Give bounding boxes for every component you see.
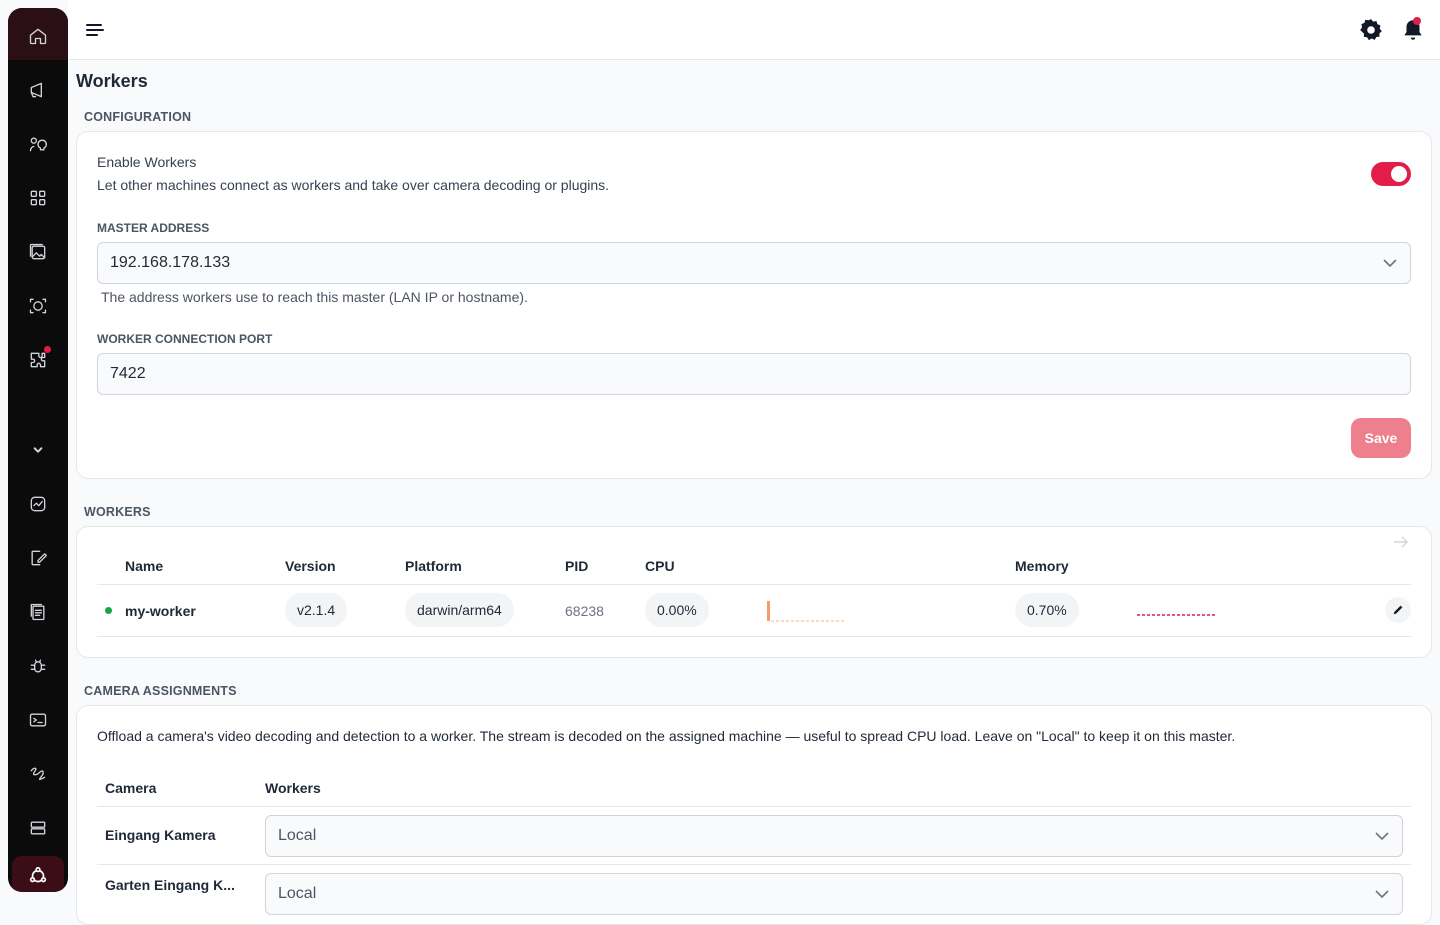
camera-assignments-section-label: CAMERA ASSIGNMENTS: [84, 684, 237, 698]
lightbulb-icon[interactable]: [8, 124, 68, 164]
master-address-select[interactable]: 192.168.178.133: [97, 242, 1411, 284]
edit-file-icon[interactable]: [8, 538, 68, 578]
document-icon[interactable]: [8, 592, 68, 632]
col-platform: Platform: [405, 558, 462, 574]
workers-card: Name Version Platform PID CPU Memory my-…: [76, 526, 1432, 658]
col-memory: Memory: [1015, 558, 1069, 574]
pencil-icon: [1393, 605, 1403, 615]
configuration-card: Enable Workers Let other machines connec…: [76, 131, 1432, 479]
worker-pid: 68238: [565, 603, 604, 619]
col-pid: PID: [565, 558, 589, 574]
camera-name: Eingang Kamera: [105, 827, 216, 843]
enable-workers-toggle[interactable]: [1371, 162, 1411, 186]
chevron-down-icon: [1375, 832, 1389, 841]
worker-memory-badge: 0.70%: [1015, 593, 1079, 627]
col-camera: Camera: [105, 780, 157, 796]
col-name: Name: [125, 558, 164, 574]
camera-face-icon[interactable]: [8, 286, 68, 326]
arrow-right-icon[interactable]: [1393, 535, 1409, 549]
toggle-knob: [1391, 166, 1407, 182]
master-address-value: 192.168.178.133: [110, 254, 231, 271]
activity-icon[interactable]: [8, 484, 68, 524]
home-icon[interactable]: [8, 16, 68, 56]
worker-version-badge: v2.1.4: [285, 593, 348, 627]
worker-port-input[interactable]: 7422: [97, 353, 1411, 395]
workers-section-label: WORKERS: [84, 505, 151, 519]
row-divider: [97, 864, 1411, 865]
worker-platform-badge: darwin/arm64: [405, 593, 514, 627]
enable-workers-description: Let other machines connect as workers an…: [97, 177, 610, 193]
puzzle-icon[interactable]: [8, 340, 68, 380]
server-icon[interactable]: [8, 808, 68, 848]
edit-worker-button[interactable]: [1385, 597, 1411, 623]
camera-worker-select[interactable]: Local: [265, 873, 1403, 915]
col-cpu: CPU: [645, 558, 675, 574]
save-button[interactable]: Save: [1351, 418, 1411, 458]
camera-worker-select[interactable]: Local: [265, 815, 1403, 857]
workers-icon[interactable]: [12, 856, 64, 892]
selected-worker: Local: [278, 827, 317, 844]
master-address-hint: The address workers use to reach this ma…: [101, 289, 528, 305]
terminal-icon[interactable]: [8, 700, 68, 740]
notification-dot: [44, 346, 51, 353]
bug-icon[interactable]: [8, 646, 68, 686]
worker-port-value: 7422: [110, 365, 146, 382]
row-divider: [97, 636, 1411, 637]
grid-icon[interactable]: [8, 178, 68, 218]
page-title: Workers: [76, 71, 148, 91]
gallery-icon[interactable]: [8, 232, 68, 272]
enable-workers-title: Enable Workers: [97, 154, 197, 170]
master-address-label: MASTER ADDRESS: [97, 221, 210, 235]
worker-name: my-worker: [125, 603, 196, 619]
status-online-dot: [105, 607, 112, 614]
selected-worker: Local: [278, 885, 317, 902]
chevron-down-icon[interactable]: [8, 430, 68, 470]
header-divider: [97, 806, 1411, 807]
chevron-down-icon: [1383, 259, 1397, 268]
scribble-icon[interactable]: [8, 754, 68, 794]
col-workers: Workers: [265, 780, 321, 796]
worker-cpu-badge: 0.00%: [645, 593, 709, 627]
megaphone-icon[interactable]: [8, 70, 68, 110]
camera-assignments-card: Offload a camera's video decoding and de…: [76, 705, 1432, 925]
header-divider: [97, 584, 1411, 585]
notification-badge: [1413, 17, 1421, 25]
top-bar: [68, 0, 1440, 60]
camera-assignments-description: Offload a camera's video decoding and de…: [97, 728, 1236, 744]
camera-name: Garten Eingang K...: [105, 877, 235, 893]
menu-toggle-icon[interactable]: [82, 18, 108, 42]
cpu-sparkline: [767, 601, 845, 622]
configuration-section-label: CONFIGURATION: [84, 110, 192, 124]
sidebar-nav: [8, 8, 68, 892]
settings-gear-icon[interactable]: [1358, 17, 1384, 43]
memory-sparkline: [1137, 614, 1215, 616]
worker-port-label: WORKER CONNECTION PORT: [97, 332, 273, 346]
col-version: Version: [285, 558, 336, 574]
